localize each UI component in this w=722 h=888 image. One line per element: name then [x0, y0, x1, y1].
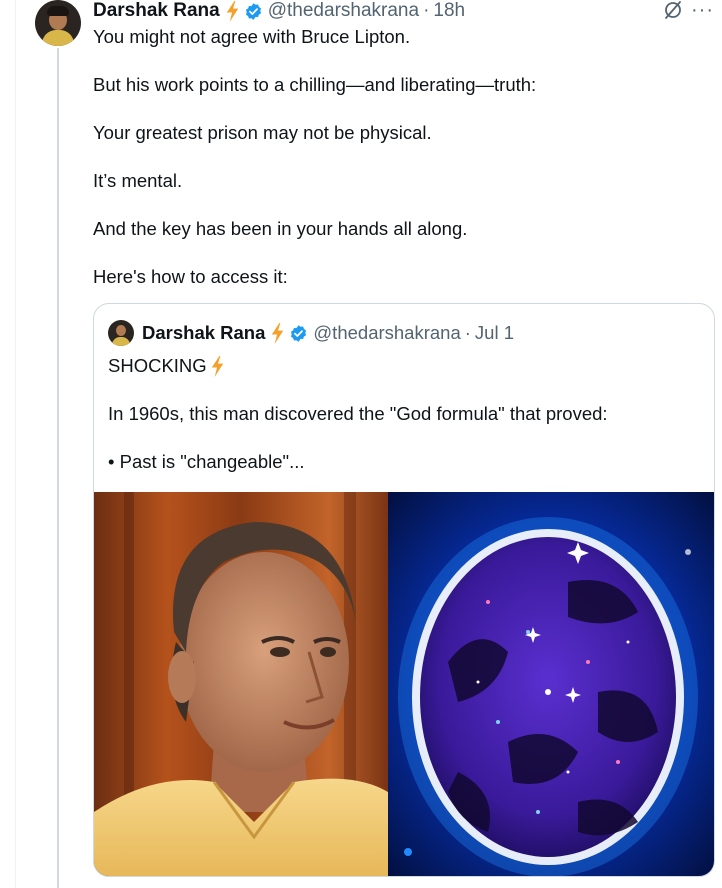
author-handle[interactable]: @thedarshakrana: [268, 0, 419, 22]
lightning-bolt-icon: [272, 322, 284, 344]
quoted-tweet-card[interactable]: Darshak Rana @thedarshakrana · Jul 1 SHO…: [93, 303, 715, 877]
tweet-header: Darshak Rana @thedarshakrana · 18h: [93, 0, 465, 22]
verified-badge-icon[interactable]: [289, 324, 308, 343]
quoted-line: • Past is "changeable"...: [108, 451, 305, 472]
verified-badge-icon[interactable]: [244, 2, 263, 21]
tweet-line: But his work points to a chilling—and li…: [93, 74, 537, 95]
tweet-actions-top: ···: [663, 0, 714, 20]
tweet-timestamp[interactable]: 18h: [433, 0, 465, 22]
tweet-line: Here's how to access it:: [93, 266, 288, 287]
quoted-media[interactable]: [94, 492, 714, 876]
tweet-line: It’s mental.: [93, 170, 183, 191]
quoted-line: In 1960s, this man discovered the "God f…: [108, 403, 608, 424]
quoted-author-name[interactable]: Darshak Rana: [142, 322, 265, 344]
author-name[interactable]: Darshak Rana: [93, 0, 220, 22]
quoted-tweet-timestamp[interactable]: Jul 1: [475, 322, 514, 344]
author-avatar[interactable]: [35, 0, 81, 46]
timeline-border: [15, 0, 16, 888]
quoted-headline-line: SHOCKING: [108, 354, 698, 378]
quoted-author-avatar[interactable]: [108, 320, 134, 346]
quoted-author-handle[interactable]: @thedarshakrana: [313, 322, 460, 344]
quoted-headline: SHOCKING: [108, 355, 207, 376]
more-options-icon[interactable]: ···: [691, 0, 714, 20]
tweet-line: You might not agree with Bruce Lipton.: [93, 26, 411, 47]
portrait-photo[interactable]: [94, 492, 388, 876]
quoted-tweet-text: SHOCKING In 1960s, this man discovered t…: [108, 354, 698, 498]
thread-connector-line: [57, 48, 59, 888]
lightning-bolt-icon: [211, 355, 223, 377]
header-separator: ·: [464, 322, 471, 343]
grok-icon[interactable]: [663, 0, 683, 20]
tweet-line: And the key has been in your hands all a…: [93, 218, 468, 239]
tweet-line: Your greatest prison may not be physical…: [93, 122, 432, 143]
quoted-tweet-header: Darshak Rana @thedarshakrana · Jul 1: [108, 320, 514, 346]
cosmic-brain-image[interactable]: [388, 492, 714, 876]
header-separator: ·: [423, 0, 430, 21]
tweet-text: You might not agree with Bruce Lipton. B…: [93, 25, 693, 313]
lightning-bolt-icon: [226, 0, 238, 22]
